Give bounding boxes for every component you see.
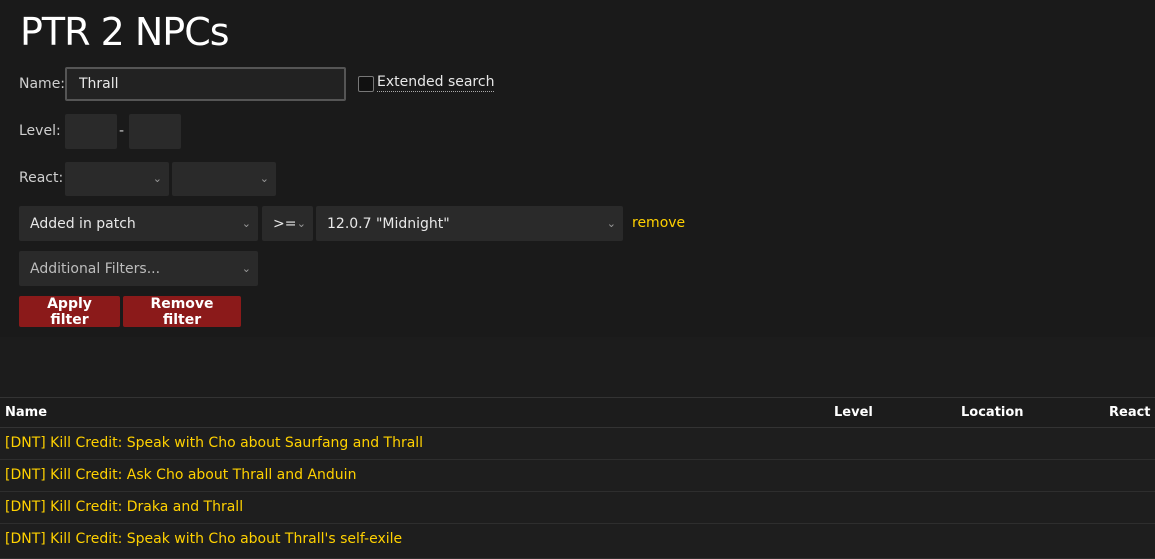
npc-link[interactable]: [DNT] Kill Credit: Speak with Cho about …: [5, 435, 423, 451]
page-title: PTR 2 NPCs: [20, 10, 230, 54]
chevron-down-icon: ⌄: [241, 261, 251, 275]
extended-search-checkbox[interactable]: [358, 76, 374, 92]
criteria-field-value: Added in patch: [30, 215, 136, 232]
additional-filters-value: Additional Filters...: [30, 260, 161, 277]
level-label: Level:: [19, 123, 61, 139]
chevron-down-icon: ⌄: [152, 171, 162, 185]
results-table-header: Name Level Location React: [0, 397, 1155, 428]
react-label: React:: [19, 170, 64, 186]
chevron-down-icon: ⌄: [259, 171, 269, 185]
column-header-name[interactable]: Name: [5, 405, 47, 420]
name-label: Name:: [19, 76, 66, 92]
column-header-level[interactable]: Level: [834, 405, 873, 420]
criteria-value-select[interactable]: 12.0.7 "Midnight" ⌄: [316, 206, 623, 241]
name-input[interactable]: [65, 67, 346, 101]
npc-link[interactable]: [DNT] Kill Credit: Draka and Thrall: [5, 499, 243, 515]
table-row: [DNT] Kill Credit: Speak with Cho about …: [0, 524, 1155, 559]
table-row: [DNT] Kill Credit: Draka and Thrall: [0, 492, 1155, 524]
level-separator: -: [119, 123, 125, 139]
column-header-location[interactable]: Location: [961, 405, 1024, 420]
filter-panel: PTR 2 NPCs Name: Extended search Level: …: [0, 0, 1155, 337]
criteria-operator-value: >=: [273, 215, 297, 232]
npc-link[interactable]: [DNT] Kill Credit: Ask Cho about Thrall …: [5, 467, 356, 483]
table-row: [DNT] Kill Credit: Speak with Cho about …: [0, 428, 1155, 460]
extended-search-label[interactable]: Extended search: [377, 74, 495, 92]
apply-filter-button[interactable]: Apply filter: [19, 296, 120, 328]
table-row: [DNT] Kill Credit: Ask Cho about Thrall …: [0, 460, 1155, 492]
chevron-down-icon: ⌄: [241, 216, 251, 230]
criteria-operator-select[interactable]: >= ⌄: [262, 206, 313, 241]
additional-filters-select[interactable]: Additional Filters... ⌄: [19, 251, 258, 286]
level-min-input[interactable]: [65, 114, 117, 149]
column-header-react[interactable]: React: [1109, 405, 1151, 420]
npc-link[interactable]: [DNT] Kill Credit: Speak with Cho about …: [5, 531, 402, 547]
remove-criteria-link[interactable]: remove: [632, 215, 685, 231]
criteria-field-select[interactable]: Added in patch ⌄: [19, 206, 258, 241]
level-max-input[interactable]: [129, 114, 181, 149]
react-select-horde[interactable]: ⌄: [172, 162, 276, 196]
remove-filter-button[interactable]: Remove filter: [123, 296, 241, 328]
react-select-alliance[interactable]: ⌄: [65, 162, 169, 196]
chevron-down-icon: ⌄: [296, 216, 306, 230]
criteria-value-value: 12.0.7 "Midnight": [327, 215, 450, 232]
chevron-down-icon: ⌄: [606, 216, 616, 230]
